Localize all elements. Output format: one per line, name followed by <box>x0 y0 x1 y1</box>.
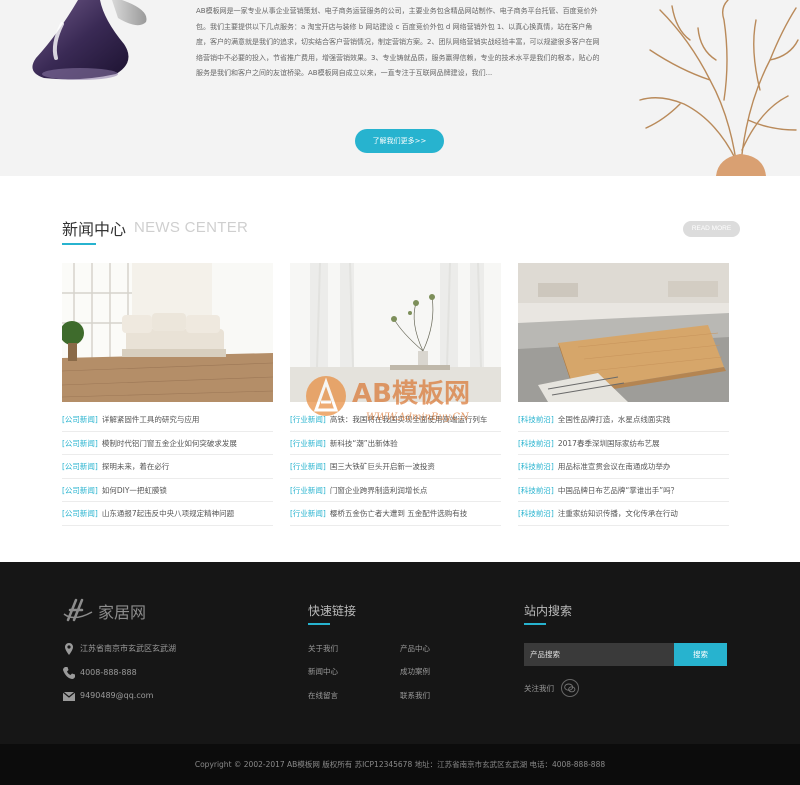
mail-icon <box>62 691 76 701</box>
quick-link-about[interactable]: 关于我们 <box>308 643 338 654</box>
news-category: [行业新闻] <box>290 462 326 471</box>
quick-links-underline <box>308 623 330 625</box>
news-item[interactable]: [科技前沿] 全国性品牌打造，水星点线面实践 <box>518 408 729 432</box>
news-item-title: 新科技“潮”出新体验 <box>329 438 398 448</box>
news-title: 新闻中心 <box>62 220 127 239</box>
news-item-title: 注重家纺知识传播，文化传承在行动 <box>557 509 678 518</box>
news-item[interactable]: [科技前沿] 2017春季深圳国际家纺布艺展 <box>518 432 729 455</box>
news-item[interactable]: [公司新闻] 如何DIY一把虹膜锁 <box>62 479 273 502</box>
location-pin-icon <box>65 643 73 655</box>
news-title-underline <box>62 243 96 245</box>
footer: 家居网 江苏省南京市玄武区玄武湖 4008-888-888 9490489@qq… <box>0 562 800 744</box>
news-category: [科技前沿] <box>518 485 554 495</box>
vase-branches-image <box>639 0 799 176</box>
news-item-title: 全国性品牌打造，水星点线面实践 <box>557 415 671 424</box>
news-item[interactable]: [公司新闻] 详解紧固件工具的研究与应用 <box>62 408 273 432</box>
news-list: [公司新闻] 详解紧固件工具的研究与应用 [公司新闻] 模制时代铝门窗五金企业如何突… <box>62 408 273 526</box>
news-item[interactable]: [行业新闻] 樱桥五金伤亡者大遭到 五金配件选购有技 <box>290 502 501 526</box>
news-category: [科技前沿] <box>518 462 554 471</box>
copyright-bar: Copyright © 2002-2017 AB模板网 版权所有 苏ICP123… <box>0 744 800 785</box>
news-column-company: [公司新闻] 详解紧固件工具的研究与应用 [公司新闻] 模制时代铝门窗五金企业如何突… <box>62 263 273 526</box>
about-section: AB模板网是一家专业从事企业营销策划、电子商务运营服务的公司，主要业务包含精品网… <box>0 0 800 176</box>
news-column-tech: [科技前沿] 全国性品牌打造，水星点线面实践 [科技前沿] 2017春季深圳国际家纺… <box>518 263 729 526</box>
quick-link-message[interactable]: 在线留言 <box>308 690 338 701</box>
news-item-title: 模制时代铝门窗五金企业如何突破求发展 <box>101 438 237 448</box>
footer-email: 9490489@qq.com <box>62 689 262 703</box>
phone-icon <box>63 667 75 679</box>
news-item-title: 山东通报7起违反中央八项规定精神问题 <box>101 509 235 518</box>
news-list: [科技前沿] 全国性品牌打造，水星点线面实践 [科技前沿] 2017春季深圳国际家纺… <box>518 408 729 526</box>
curtain-window-image[interactable] <box>290 263 501 402</box>
news-item[interactable]: [行业新闻] 国三大铁矿巨头开启新一波投资 <box>290 455 501 479</box>
news-item[interactable]: [科技前沿] 用品标准宣贯会议在南通成功举办 <box>518 455 729 479</box>
news-column-industry: [行业新闻] 高铁：我国将在我国实现全面使用高端运行列车 [行业新闻] 新科技“潮”… <box>290 263 501 526</box>
news-title-en: NEWS CENTER <box>134 219 249 236</box>
news-item[interactable]: [行业新闻] 高铁：我国将在我国实现全面使用高端运行列车 <box>290 408 501 432</box>
news-category: [行业新闻] <box>290 485 326 495</box>
wechat-icon[interactable] <box>561 679 579 697</box>
quick-link-contact[interactable]: 联系我们 <box>400 690 430 701</box>
news-item-title: 探明未来，着在必行 <box>101 462 170 471</box>
site-search-title: 站内搜索 <box>524 604 573 618</box>
learn-more-button[interactable]: 了解我们更多>> <box>355 129 444 153</box>
news-category: [行业新闻] <box>290 415 326 424</box>
news-list: [行业新闻] 高铁：我国将在我国实现全面使用高端运行列车 [行业新闻] 新科技“潮”… <box>290 408 501 526</box>
footer-phone: 4008-888-888 <box>62 666 262 680</box>
news-category: [公司新闻] <box>62 438 98 448</box>
phone-text: 4008-888-888 <box>80 668 137 677</box>
news-item-title: 如何DIY一把虹膜锁 <box>101 485 167 495</box>
news-item-title: 2017春季深圳国际家纺布艺展 <box>557 438 660 448</box>
quick-link-cases[interactable]: 成功案例 <box>400 666 430 677</box>
search-button[interactable]: 搜索 <box>674 643 727 666</box>
news-category: [科技前沿] <box>518 438 554 448</box>
search-input[interactable] <box>524 643 674 666</box>
news-item-title: 详解紧固件工具的研究与应用 <box>101 415 200 424</box>
news-item-title: 国三大铁矿巨头开启新一波投资 <box>329 462 435 471</box>
news-item[interactable]: [公司新闻] 探明未来，着在必行 <box>62 455 273 479</box>
news-category: [公司新闻] <box>62 462 98 471</box>
site-search-underline <box>524 623 546 625</box>
quick-link-products[interactable]: 产品中心 <box>400 643 430 654</box>
news-item-title: 中国品牌日布艺品牌“掌谁出手”吗？ <box>557 485 679 495</box>
news-category: [公司新闻] <box>62 509 98 518</box>
pendant-lamp-image <box>32 0 147 80</box>
news-item[interactable]: [行业新闻] 门窗企业跨界制造利润增长点 <box>290 479 501 502</box>
news-item-title: 用品标准宣贯会议在南通成功举办 <box>557 462 671 471</box>
email-text: 9490489@qq.com <box>80 691 154 700</box>
address-text: 江苏省南京市玄武区玄武湖 <box>80 644 176 653</box>
news-item[interactable]: [行业新闻] 新科技“潮”出新体验 <box>290 432 501 455</box>
news-item[interactable]: [公司新闻] 山东通报7起违反中央八项规定精神问题 <box>62 502 273 526</box>
follow-us-label: 关注我们 <box>524 684 554 693</box>
copyright-text: Copyright © 2002-2017 AB模板网 版权所有 苏ICP123… <box>194 760 606 769</box>
news-category: [行业新闻] <box>290 438 326 448</box>
read-more-button[interactable]: READ MORE <box>683 221 740 237</box>
footer-logo-text[interactable]: 家居网 <box>98 599 146 623</box>
news-item[interactable]: [公司新闻] 模制时代铝门窗五金企业如何突破求发展 <box>62 432 273 455</box>
news-item-title: 门窗企业跨界制造利润增长点 <box>329 485 428 495</box>
news-category: [行业新闻] <box>290 509 326 518</box>
house-logo-icon[interactable] <box>62 598 96 622</box>
quick-links-title: 快速链接 <box>308 604 357 618</box>
news-category: [公司新闻] <box>62 485 98 495</box>
news-item-title: 高铁：我国将在我国实现全面使用高端运行列车 <box>329 415 488 424</box>
living-room-sofa-image[interactable] <box>62 263 273 402</box>
kitchen-cutting-board-image[interactable] <box>518 263 729 402</box>
news-item[interactable]: [科技前沿] 注重家纺知识传播，文化传承在行动 <box>518 502 729 526</box>
news-category: [科技前沿] <box>518 509 554 518</box>
news-item-title: 樱桥五金伤亡者大遭到 五金配件选购有技 <box>329 509 468 518</box>
about-description: AB模板网是一家专业从事企业营销策划、电子商务运营服务的公司，主要业务包含精品网… <box>196 7 600 77</box>
quick-link-news[interactable]: 新闻中心 <box>308 666 338 677</box>
news-item[interactable]: [科技前沿] 中国品牌日布艺品牌“掌谁出手”吗？ <box>518 479 729 502</box>
news-category: [公司新闻] <box>62 415 98 424</box>
news-category: [科技前沿] <box>518 415 554 424</box>
news-header: 新闻中心 NEWS CENTER READ MORE <box>62 216 742 246</box>
footer-address: 江苏省南京市玄武区玄武湖 <box>62 642 262 656</box>
